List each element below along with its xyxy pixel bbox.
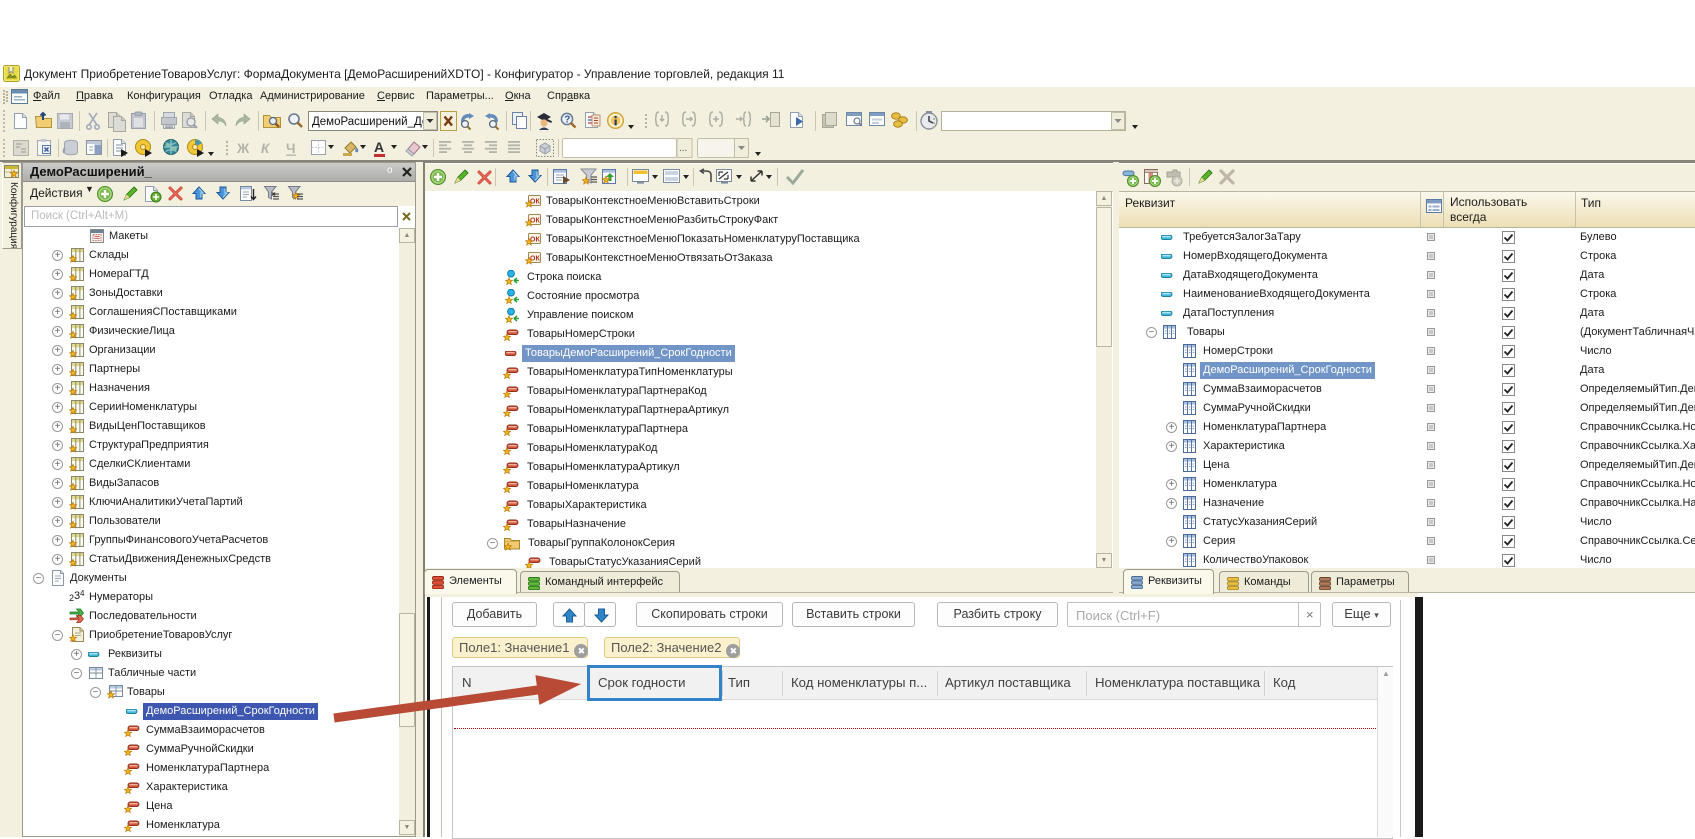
svg-text:...: ... [679,143,687,154]
